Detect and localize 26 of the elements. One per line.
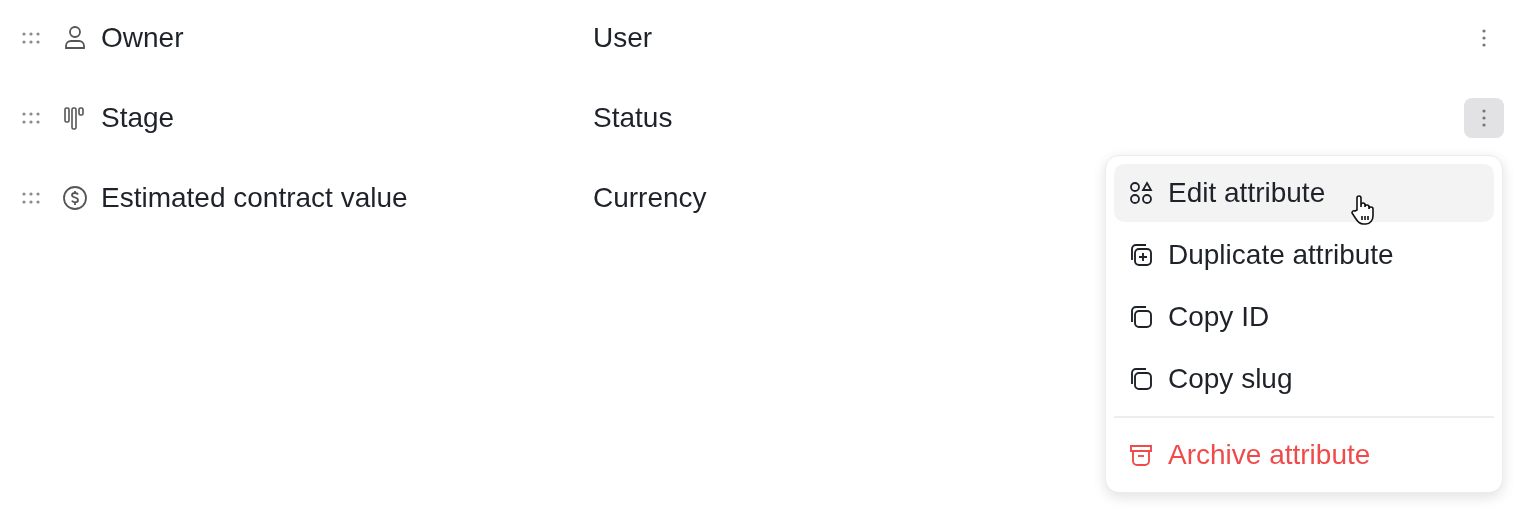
drag-handle-icon[interactable] (22, 192, 40, 204)
columns-icon (63, 105, 87, 131)
copy-icon (1128, 366, 1154, 392)
more-icon (1482, 109, 1486, 127)
hand-cursor-icon (1350, 194, 1376, 226)
attribute-name: Estimated contract value (101, 181, 409, 215)
menu-item[interactable]: Copy slug (1114, 350, 1494, 408)
menu-item[interactable]: Copy ID (1114, 288, 1494, 346)
menu-item[interactable]: Duplicate attribute (1114, 226, 1494, 284)
shapes-icon (1128, 180, 1154, 206)
person-icon (63, 25, 87, 51)
archive-icon (1128, 442, 1154, 468)
drag-handle-icon[interactable] (22, 32, 40, 44)
menu-item[interactable]: Archive attribute (1114, 426, 1494, 484)
attribute-name: Stage (101, 101, 176, 135)
more-button[interactable] (1464, 98, 1504, 138)
attribute-type: Currency (593, 181, 707, 215)
attribute-name: Owner (101, 21, 185, 55)
dollar-icon (62, 185, 88, 211)
copy-icon (1128, 304, 1154, 330)
attribute-type: Status (593, 101, 673, 135)
more-icon (1482, 29, 1486, 47)
attribute-type: User (593, 21, 653, 55)
drag-handle-icon[interactable] (22, 112, 40, 124)
menu-item[interactable]: Edit attribute (1114, 164, 1494, 222)
duplicate-icon (1128, 242, 1154, 268)
